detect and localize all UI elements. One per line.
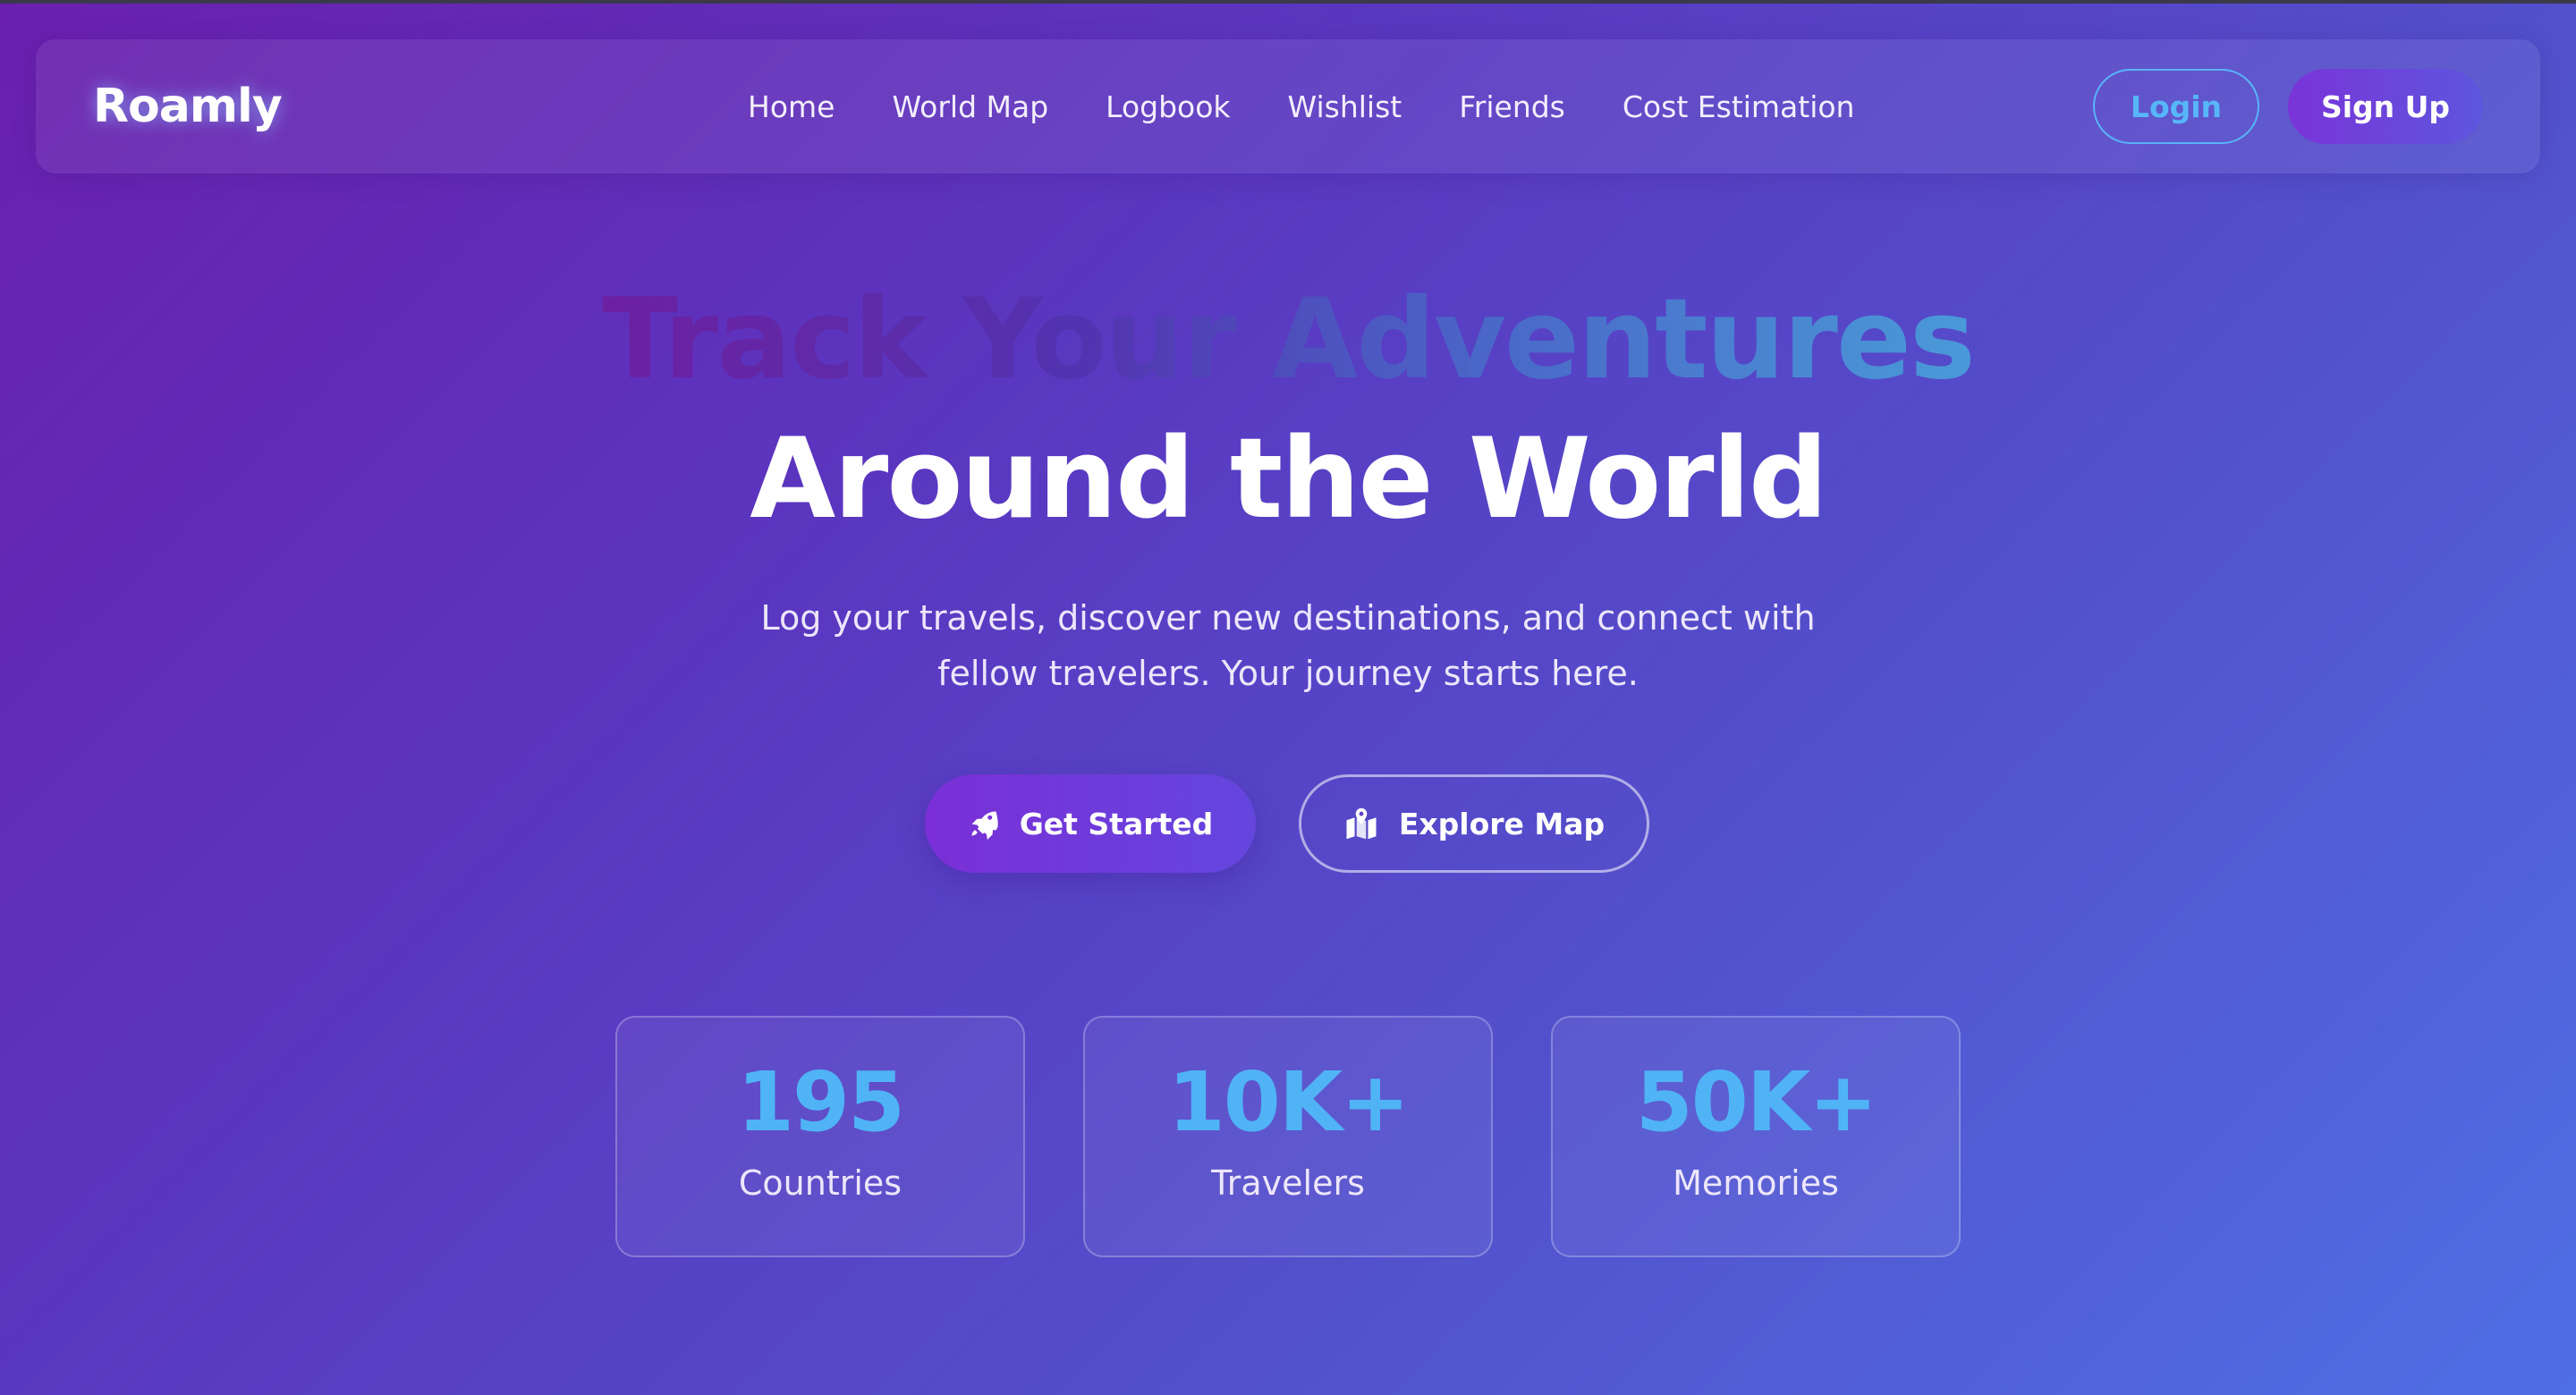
stat-label: Countries: [738, 1163, 902, 1203]
navbar: Roamly Home World Map Logbook Wishlist F…: [36, 39, 2540, 173]
nav-links: Home World Map Logbook Wishlist Friends …: [748, 39, 1854, 173]
nav-link-cost-estimation[interactable]: Cost Estimation: [1623, 89, 1855, 124]
nav-link-world-map[interactable]: World Map: [892, 89, 1048, 124]
get-started-button[interactable]: Get Started: [925, 774, 1256, 873]
stat-label: Memories: [1673, 1163, 1839, 1203]
map-marked-icon: [1343, 807, 1379, 840]
stat-card-memories: 50K+ Memories: [1551, 1016, 1961, 1257]
stat-value: 10K+: [1167, 1054, 1410, 1150]
window-top-border: [0, 0, 2576, 4]
stat-card-travelers: 10K+ Travelers: [1083, 1016, 1493, 1257]
auth-buttons: Login Sign Up: [2093, 39, 2483, 173]
signup-button[interactable]: Sign Up: [2288, 69, 2483, 144]
nav-link-home[interactable]: Home: [748, 89, 835, 124]
hero-title-line2: Around the World: [750, 415, 1828, 544]
brand-logo[interactable]: Roamly: [93, 39, 283, 173]
hero-subtitle: Log your travels, discover new destinati…: [760, 598, 1816, 693]
nav-link-logbook[interactable]: Logbook: [1106, 89, 1230, 124]
stat-label: Travelers: [1211, 1163, 1365, 1203]
hero-title-gradient-text: Track Your Adventures: [602, 275, 1976, 404]
explore-map-label: Explore Map: [1398, 806, 1606, 841]
stat-value: 50K+: [1635, 1054, 1877, 1150]
nav-link-friends[interactable]: Friends: [1459, 89, 1565, 124]
explore-map-button[interactable]: Explore Map: [1299, 774, 1649, 873]
hero-title-line1: Track Your Adventures: [0, 268, 2576, 411]
stat-value: 195: [736, 1054, 905, 1150]
stat-card-countries: 195 Countries: [615, 1016, 1025, 1257]
nav-link-wishlist[interactable]: Wishlist: [1288, 89, 1402, 124]
get-started-label: Get Started: [1019, 806, 1214, 841]
login-button[interactable]: Login: [2093, 69, 2259, 144]
rocket-icon: [968, 807, 1000, 840]
